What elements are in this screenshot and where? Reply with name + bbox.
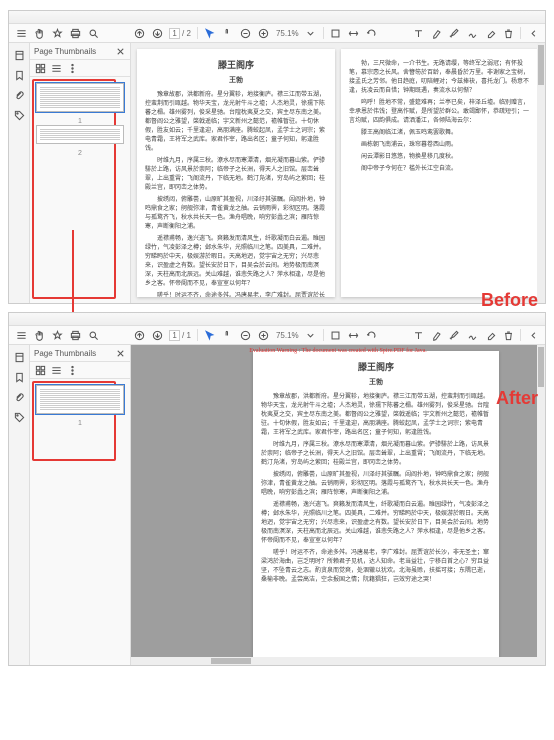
thumbnail-1[interactable] [36,385,124,414]
search-icon[interactable] [87,27,99,39]
close-icon[interactable] [114,45,126,57]
vscroll[interactable] [537,43,545,303]
text-tool-icon[interactable] [412,329,424,341]
pdf-viewer-before: 1 / 2 75.1% [8,10,546,304]
hand-tool-icon[interactable] [222,329,234,341]
erase-icon[interactable] [484,329,496,341]
prev-page-icon[interactable] [133,329,145,341]
hand-icon[interactable] [33,329,45,341]
fit-page-icon[interactable] [330,329,342,341]
doc-author: 王勃 [145,75,327,86]
thumb-2-num: 2 [36,150,124,157]
trash-icon[interactable] [502,329,514,341]
print-icon[interactable] [69,27,81,39]
hscroll[interactable] [131,657,545,665]
more-icon[interactable] [527,27,539,39]
print-icon[interactable] [69,329,81,341]
zoom-in-icon[interactable] [258,27,270,39]
vscroll[interactable] [537,345,545,665]
grid-icon[interactable] [34,62,46,74]
text-tool-icon[interactable] [412,27,424,39]
options-icon[interactable] [66,62,78,74]
page-total: / 2 [182,29,191,38]
search-icon[interactable] [87,329,99,341]
tags-tab-icon[interactable] [13,109,25,121]
label-after: After [496,388,538,409]
list-icon[interactable] [50,364,62,376]
page-current[interactable]: 1 [169,28,179,39]
thumb-1-num: 1 [36,420,124,427]
document-area-before: 滕王阁序 王勃 豫章故郡，洪都新府。星分翼轸，地接衡庐。襟三江而带五湖，控蛮荆而… [131,43,545,303]
page-total: / 1 [182,331,191,340]
document-area-after: Evaluation Warning : The document was cr… [131,345,545,665]
page-current[interactable]: 1 [169,330,179,341]
thumbnails-tab-icon[interactable] [13,351,25,363]
side-tabs [9,345,30,665]
sign-icon[interactable] [466,27,478,39]
highlight-icon[interactable] [430,27,442,39]
main-toolbar: 1 / 2 75.1% [9,24,545,43]
rotate-icon[interactable] [366,329,378,341]
fit-width-icon[interactable] [348,27,360,39]
erase-icon[interactable] [484,27,496,39]
pdf-viewer-after: 1 / 1 75.1% [8,312,546,666]
thumbnails-title: Page Thumbnails [34,349,96,358]
sign-icon[interactable] [466,329,478,341]
prev-page-icon[interactable] [133,27,145,39]
thumbnail-1[interactable] [36,83,124,112]
window-titlebar [9,11,545,24]
thumbnails-panel: Page Thumbnails 1 [30,345,131,665]
close-icon[interactable] [114,347,126,359]
thumbnail-2[interactable] [36,125,124,144]
hand-icon[interactable] [33,27,45,39]
zoom-in-icon[interactable] [258,329,270,341]
grid-icon[interactable] [34,364,46,376]
page-1: 滕王阁序 王勃 豫章故郡，洪都新府。星分翼轸，地接衡庐。襟三江而带五湖，控蛮荆而… [137,49,335,297]
hand-tool-icon[interactable] [222,27,234,39]
label-before: Before [481,290,538,311]
bookmarks-tab-icon[interactable] [13,371,25,383]
pen-icon[interactable] [448,329,460,341]
fit-width-icon[interactable] [348,329,360,341]
cursor-icon[interactable] [204,329,216,341]
chevron-down-icon[interactable] [305,329,317,341]
zoom-out-icon[interactable] [240,329,252,341]
options-icon[interactable] [66,364,78,376]
side-tabs [9,43,30,303]
zoom-level[interactable]: 75.1% [276,331,299,340]
rotate-icon[interactable] [366,27,378,39]
thumbnails-tab-icon[interactable] [13,49,25,61]
bookmarks-tab-icon[interactable] [13,69,25,81]
page-1: Evaluation Warning : The document was cr… [253,351,499,659]
zoom-out-icon[interactable] [240,27,252,39]
doc-title: 滕王阁序 [261,361,491,375]
eval-warning: Evaluation Warning : The document was cr… [253,351,427,356]
doc-author: 王勃 [261,377,491,388]
window-titlebar [9,313,545,326]
menu-icon[interactable] [15,329,27,341]
list-icon[interactable] [50,62,62,74]
zoom-level[interactable]: 75.1% [276,29,299,38]
main-toolbar: 1 / 1 75.1% [9,326,545,345]
more-icon[interactable] [527,329,539,341]
chevron-down-icon[interactable] [305,27,317,39]
thumbnails-title: Page Thumbnails [34,47,96,56]
tags-tab-icon[interactable] [13,411,25,423]
fit-page-icon[interactable] [330,27,342,39]
pen-icon[interactable] [448,27,460,39]
doc-title: 滕王阁序 [145,59,327,73]
thumb-1-num: 1 [36,118,124,125]
next-page-icon[interactable] [151,27,163,39]
star-icon[interactable] [51,329,63,341]
attachments-tab-icon[interactable] [13,89,25,101]
attachments-tab-icon[interactable] [13,391,25,403]
page-2: 勃，三尺微命，一介书生。无路请缨，等终军之弱冠；有怀投笔，慕宗悫之长风。舍簪笏於… [341,49,539,297]
trash-icon[interactable] [502,27,514,39]
cursor-icon[interactable] [204,27,216,39]
star-icon[interactable] [51,27,63,39]
menu-icon[interactable] [15,27,27,39]
highlight-icon[interactable] [430,329,442,341]
next-page-icon[interactable] [151,329,163,341]
